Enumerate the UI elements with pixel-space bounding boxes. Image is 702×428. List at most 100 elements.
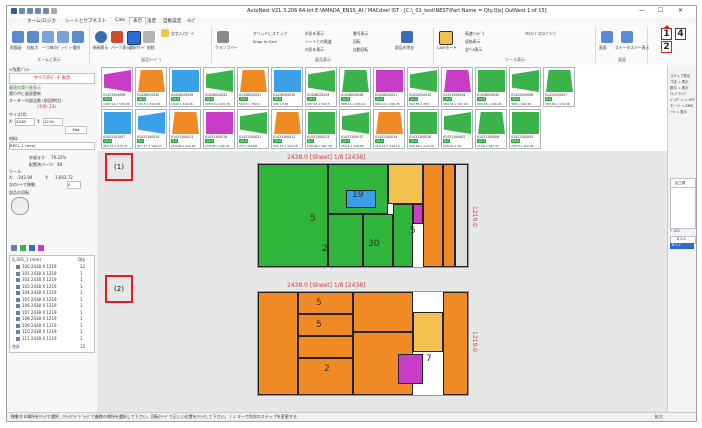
zoom-label[interactable]: 拡大 xyxy=(655,414,663,420)
sheet-track-label[interactable]: シートとの軌道 xyxy=(305,39,332,45)
part-thumbnail[interactable]: 01428020043 14.0 587.34 x 532.5 xyxy=(305,67,337,107)
customize-icon[interactable] xyxy=(51,8,57,14)
part-thumbnail[interactable]: 01422020006 10.0 388 x 166.38 xyxy=(509,67,541,107)
screen-icon[interactable] xyxy=(601,31,613,43)
part-orange-f[interactable] xyxy=(353,292,413,332)
save-icon[interactable] xyxy=(19,8,25,14)
part-thumbnail[interactable]: 01431100014 10.0 216.45 x 138.12 xyxy=(373,109,405,149)
part-thumbnail[interactable]: 01428020040 16.0 743.5 x 310.08 xyxy=(135,67,167,107)
rp-batch-label[interactable]: ﾊﾞｯﾁｳﾞｨﾝ = OFF xyxy=(670,97,695,102)
part-thumbnail[interactable]: 01431100010 9.0 917.17 x 108.27 xyxy=(135,109,167,149)
part-thumbnail[interactable]: 01431100019 10.0 278.89 x 196.01 xyxy=(203,109,235,149)
tree-title[interactable]: S_001_1 (mm) xyxy=(12,257,41,262)
app-icon[interactable] xyxy=(11,8,17,14)
part-thumbnail[interactable]: 01428200020 20.0 446 x 518 xyxy=(271,67,303,107)
redo-icon[interactable] xyxy=(35,8,41,14)
list-icon[interactable] xyxy=(29,245,35,251)
part-yellow-2[interactable] xyxy=(413,312,443,352)
rp-mode-label[interactable]: モード = CMR xyxy=(670,103,693,108)
fast-toolpath-label[interactable]: 高速ﾂｰﾙﾊﾟｽ xyxy=(465,31,484,37)
clamp-bar-icon[interactable] xyxy=(217,31,229,43)
minimize-button[interactable]: — xyxy=(639,7,645,14)
tree-row-name[interactable]: 103 2438 X 1219 xyxy=(22,284,57,289)
part-thumbnail[interactable]: 01431100013 8.0 539.98 x 187.76 xyxy=(305,109,337,149)
part-orange-d[interactable] xyxy=(298,336,353,358)
badge-4[interactable]: 4 xyxy=(675,28,686,40)
tab-home[interactable]: ホーム/ロジカ xyxy=(27,18,56,24)
part-magenta[interactable] xyxy=(413,204,423,224)
part-remnant[interactable] xyxy=(455,164,468,267)
tree-row-name[interactable]: 101 2438 X 1219 xyxy=(22,271,57,276)
rp-item-2[interactable]: B 0.2 xyxy=(670,243,694,249)
part-thumbnail[interactable]: 01428020042 14.0 609.26 x 296.45 xyxy=(475,67,507,107)
multicurve-label[interactable]: ﾏﾙﾁｶｰﾌﾞのｽﾃﾌﾞﾙｰﾌﾟ xyxy=(525,31,557,37)
part-orange-a[interactable] xyxy=(258,292,298,395)
part-thumbnail[interactable]: 01431100009 12.0 1106 x 187.37 xyxy=(475,109,507,149)
part-green-3[interactable] xyxy=(328,214,363,267)
sheet-2[interactable]: 5 5 2 7 xyxy=(257,291,469,396)
storage-display-label[interactable]: 収納表示 xyxy=(465,39,480,45)
part-thumbnail[interactable]: 01428020051 24.0 503.5 x 782.9 xyxy=(237,67,269,107)
part-thumbnail[interactable]: 01422020010 14.2 302.85 x 283 xyxy=(407,67,439,107)
tab-sheet[interactable]: シートとサブネスト xyxy=(65,18,106,24)
part-thumbnail[interactable]: 01431100003 24.0 790.8 x 150.85 xyxy=(509,109,541,149)
part-thumbnail[interactable]: 01423204006 10.0 1487.14 x 538.06 xyxy=(101,67,133,107)
rp-step-label[interactable]: ステップ表示 xyxy=(670,73,690,78)
part-thumbnail[interactable]: 01431100021 10.0 273 x 64.88 xyxy=(237,109,269,149)
show-all-parts-button[interactable]: すべてのﾎﾞｰﾀﾞ表示 xyxy=(9,73,95,84)
material-select[interactable]: BPCL_1 (mm) xyxy=(9,142,95,150)
part-yellow[interactable] xyxy=(388,164,423,204)
tab-calc[interactable]: Cale xyxy=(115,18,125,23)
part-thumbnail[interactable]: 01431500044 14.0 364.32 x 207.03 xyxy=(441,67,473,107)
part-thumbnail[interactable]: 01428020051 12.0 602.12 x 296.45 xyxy=(373,67,405,107)
auto-rotate-label[interactable]: 自動回転 xyxy=(353,47,368,53)
show-inner-label[interactable]: 内形を表示 xyxy=(305,47,324,53)
fit-all-icon[interactable] xyxy=(72,31,84,43)
tree-row-name[interactable]: 105 2438 X 1219 xyxy=(22,297,57,302)
delete-icon[interactable] xyxy=(143,31,155,43)
part-thumbnail[interactable]: 01431100002 8.0 209.22 x 44 xyxy=(441,109,473,149)
sheet-1[interactable]: 5 19 2 30 5 xyxy=(257,163,469,268)
filter-icon[interactable] xyxy=(11,245,17,251)
select-view-icon[interactable] xyxy=(57,31,69,43)
part-orange-b[interactable] xyxy=(298,292,353,314)
part-orange-c[interactable] xyxy=(298,314,353,336)
part-thumbnail[interactable]: 01428020048 14.0 408.14 x 230.14 xyxy=(339,67,371,107)
close-button[interactable]: ✕ xyxy=(678,7,683,14)
tree-row-name[interactable]: 109 2438 X 1219 xyxy=(22,323,57,328)
part-thumbnail[interactable]: 01431100011 9.0 264.88 x 216.81 xyxy=(169,109,201,149)
mat-button[interactable]: Mat xyxy=(65,126,87,134)
part-magenta-2[interactable] xyxy=(398,354,423,384)
color-icon[interactable] xyxy=(38,245,44,251)
zoom-in-icon[interactable] xyxy=(27,31,39,43)
x-input[interactable]: 2438 xyxy=(15,118,35,126)
rotate-label[interactable]: 回転 xyxy=(353,39,361,45)
nest-canvas[interactable]: 5 19 2 30 5 2438.0 [Sheet] 1/8 [2438] 12… xyxy=(97,151,667,412)
part-orange-h[interactable] xyxy=(443,292,468,395)
part-thumbnail[interactable]: 01428020036 14.0 1042 x 310.06 xyxy=(169,67,201,107)
tree-row-name[interactable]: 108 2438 X 1219 xyxy=(22,316,57,321)
part-thumbnail[interactable]: 01431100017 10.0 354.4 x 148.85 xyxy=(339,109,371,149)
remove-part-icon[interactable] xyxy=(401,31,413,43)
part-large-green[interactable] xyxy=(258,164,328,267)
maximize-button[interactable]: ☐ xyxy=(658,7,663,14)
show-outer-label[interactable]: 外形を表示 xyxy=(305,31,324,37)
tab-settings[interactable]: 設定 xyxy=(147,18,156,24)
tree-row-name[interactable]: 110 2438 X 1219 xyxy=(22,329,57,334)
tree-row-name[interactable]: 106 2438 X 1219 xyxy=(22,303,57,308)
checkbox-refresh[interactable]: 実行中に画面更新 xyxy=(9,91,41,97)
undo-icon[interactable] xyxy=(27,8,33,14)
tree-row-name[interactable]: 100 2438 X 1219 xyxy=(22,264,57,269)
redraw-icon[interactable] xyxy=(12,31,24,43)
text-input-icon[interactable] xyxy=(161,29,169,37)
all-tools-label[interactable]: 全ﾂｰﾙ表示 xyxy=(465,47,482,53)
statusbar-icon[interactable] xyxy=(621,31,633,43)
tree-row-name[interactable]: 104 2438 X 1219 xyxy=(22,290,57,295)
part-orange-strip-2[interactable] xyxy=(443,164,455,267)
tab-auto-settings[interactable]: 自動設定 xyxy=(163,18,181,24)
snap-to-grid-label[interactable]: Snap to Grid xyxy=(253,39,277,44)
rp-dimensions-label[interactable]: 寸法 = 表示 xyxy=(670,79,689,84)
part-thumbnail[interactable]: 01431100012 10.0 591.37 x 103.28 xyxy=(271,109,303,149)
rotation-dial[interactable] xyxy=(11,197,29,215)
previous-view-icon[interactable] xyxy=(42,31,54,43)
